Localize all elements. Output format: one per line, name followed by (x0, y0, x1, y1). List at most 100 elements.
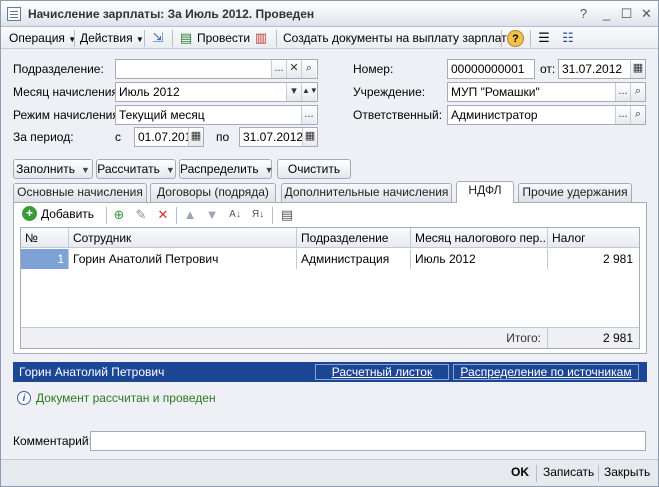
help-icon[interactable]: ? (507, 30, 524, 47)
column-header-tax[interactable]: Налог (548, 228, 639, 248)
document-icon (7, 7, 21, 21)
column-header-employee[interactable]: Сотрудник (69, 228, 297, 248)
date-label: от: (540, 62, 556, 76)
save-button[interactable]: Записать (543, 464, 594, 481)
distribute-label: Распределить (180, 162, 259, 176)
comment-field[interactable] (90, 431, 646, 451)
actions-label: Действия (80, 31, 133, 45)
help-icon[interactable]: ? (575, 5, 592, 22)
date-field[interactable]: 31.07.2012 ▦ (558, 59, 646, 79)
mode-label: Режим начисления: (13, 108, 123, 122)
tab-ndfl[interactable]: НДФЛ (456, 181, 514, 203)
operation-menu[interactable]: Операция ▼ (9, 30, 76, 47)
clear-icon[interactable]: ✕ (286, 60, 301, 78)
close-icon[interactable]: ✕ (638, 5, 655, 22)
org-label: Учреждение: (353, 85, 426, 99)
separator (144, 30, 145, 47)
responsible-field[interactable]: Администратор ... ⌕ (447, 105, 646, 125)
mode-field[interactable]: Текущий месяц ... (115, 105, 318, 125)
structure-icon[interactable]: ☰ (535, 29, 553, 47)
calculate-button[interactable]: Рассчитать ▼ (96, 159, 176, 179)
edit-icon[interactable]: ✎ (132, 206, 150, 224)
calendar-icon[interactable]: ▦ (188, 128, 203, 146)
chevron-down-icon: ▼ (264, 165, 274, 175)
distribution-link[interactable]: Распределение по источникам (453, 364, 639, 380)
tab-additional-accruals[interactable]: Дополнительные начисления (281, 183, 452, 202)
distribute-button[interactable]: Распределить ▼ (179, 159, 274, 179)
period-label: За период: (13, 130, 74, 144)
responsible-value: Администратор (451, 108, 538, 122)
ok-button[interactable]: OK (511, 464, 529, 481)
total-label: Итого: (411, 328, 548, 348)
column-header-number[interactable]: № (21, 228, 69, 248)
payslip-link[interactable]: Расчетный листок (315, 364, 449, 380)
select-ellipsis-button[interactable]: ... (301, 106, 316, 124)
separator (501, 30, 502, 47)
subdivision-label: Подразделение: (13, 62, 104, 76)
select-ellipsis-button[interactable]: ... (615, 83, 630, 101)
row-subdivision[interactable]: Администрация (297, 249, 411, 269)
open-magnifier-icon[interactable]: ⌕ (630, 106, 645, 124)
actions-menu[interactable]: Действия ▼ (80, 30, 144, 47)
row-employee[interactable]: Горин Анатолий Петрович (69, 249, 297, 269)
document-window: Начисление зарплаты: За Июль 2012. Прове… (0, 0, 659, 487)
tab-main-accruals[interactable]: Основные начисления (13, 183, 147, 202)
list-settings-icon[interactable]: ☷ (559, 29, 577, 47)
copy-icon[interactable]: ⊕ (110, 206, 128, 224)
number-field[interactable]: 00000000001 (447, 59, 535, 79)
org-field[interactable]: МУП "Ромашки" ... ⌕ (447, 82, 646, 102)
close-button[interactable]: Закрыть (604, 464, 650, 481)
separator (172, 30, 173, 47)
grid-toolbar: + Добавить ⊕ ✎ ✕ ▲ ▼ A↓ Я↓ ▤ (14, 203, 646, 227)
selected-employee-name: Горин Анатолий Петрович (19, 365, 165, 379)
open-magnifier-icon[interactable]: ⌕ (301, 60, 316, 78)
table-settings-icon[interactable]: ▤ (278, 206, 296, 224)
post-button[interactable]: Провести (197, 30, 250, 47)
maximize-icon[interactable]: ☐ (618, 5, 635, 22)
unpost-icon[interactable]: ▥ (252, 29, 270, 47)
ndfl-table: № Сотрудник Подразделение Месяц налогово… (20, 227, 640, 349)
date-value: 31.07.2012 (562, 62, 623, 76)
separator (530, 30, 531, 47)
calendar-icon[interactable]: ▦ (302, 128, 317, 146)
sort-asc-icon[interactable]: A↓ (226, 206, 244, 224)
separator (74, 30, 75, 47)
month-field[interactable]: Июль 2012 ▾ ▲▼ (115, 82, 318, 102)
separator (276, 30, 277, 47)
minimize-icon[interactable]: _ (598, 5, 615, 22)
create-payment-docs-button[interactable]: Создать документы на выплату зарплаты (283, 30, 515, 47)
period-from-value: 01.07.201 (138, 130, 192, 144)
subdivision-field[interactable]: ... ✕ ⌕ (115, 59, 318, 79)
post-and-close-icon[interactable]: ⇲ (149, 29, 167, 47)
period-to-field[interactable]: 31.07.2012 ▦ (239, 127, 318, 147)
chevron-down-icon: ▼ (135, 35, 144, 44)
select-ellipsis-button[interactable]: ... (615, 106, 630, 124)
clear-button[interactable]: Очистить (277, 159, 351, 179)
move-up-icon[interactable]: ▲ (181, 206, 199, 224)
tab-other-deductions[interactable]: Прочие удержания (518, 183, 632, 202)
open-magnifier-icon[interactable]: ⌕ (630, 83, 645, 101)
spin-updown-icon[interactable]: ▲▼ (301, 83, 318, 101)
row-tax[interactable]: 2 981 (548, 249, 639, 269)
period-from-field[interactable]: 01.07.201 ▦ (134, 127, 204, 147)
number-value: 00000000001 (451, 62, 525, 76)
operation-label: Операция (9, 31, 65, 45)
responsible-label: Ответственный: (353, 108, 443, 122)
dropdown-icon[interactable]: ▾ (286, 83, 301, 101)
period-from-label: с (115, 130, 121, 144)
delete-icon[interactable]: ✕ (154, 206, 172, 224)
tab-contracts[interactable]: Договоры (подряда) (150, 183, 276, 202)
title-bar: Начисление зарплаты: За Июль 2012. Прове… (1, 1, 658, 27)
calendar-icon[interactable]: ▦ (630, 60, 645, 78)
move-down-icon[interactable]: ▼ (203, 206, 221, 224)
sort-desc-icon[interactable]: Я↓ (249, 206, 267, 224)
add-button[interactable]: Добавить (41, 206, 94, 223)
select-ellipsis-button[interactable]: ... (271, 60, 286, 78)
column-header-tax-month[interactable]: Месяц налогового пер... (411, 228, 548, 248)
row-tax-month[interactable]: Июль 2012 (411, 249, 548, 269)
column-header-subdivision[interactable]: Подразделение (297, 228, 411, 248)
row-number[interactable]: 1 (21, 249, 69, 269)
fill-button[interactable]: Заполнить ▼ (13, 159, 93, 179)
table-row[interactable]: 1 Горин Анатолий Петрович Администрация … (21, 249, 639, 269)
table-header: № Сотрудник Подразделение Месяц налогово… (21, 228, 639, 248)
